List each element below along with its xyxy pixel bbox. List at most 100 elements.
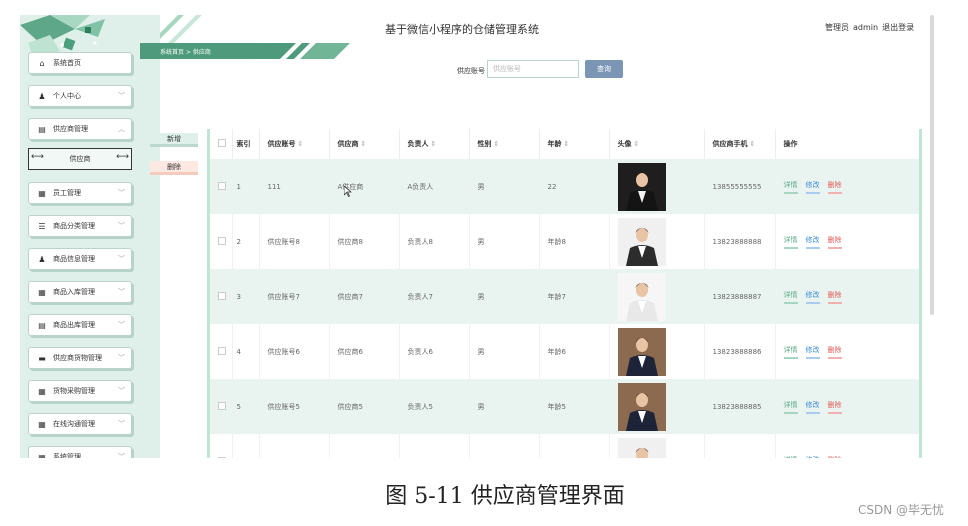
sidebar-item-label: 在线沟通管理 <box>53 420 95 428</box>
cell-phone: 13823888887 <box>704 269 776 324</box>
chevron-down-icon: ﹀ <box>118 189 125 197</box>
select-all-checkbox[interactable] <box>210 129 233 159</box>
row-delete-button[interactable]: 删除 <box>827 180 842 194</box>
row-delete-button[interactable]: 删除 <box>827 345 842 359</box>
username: admin <box>853 23 879 32</box>
table-row[interactable]: 1 111 A供应商 A负责人男 22 13855555555 详情 修改 删除 <box>210 159 919 214</box>
sidebar-item-label: 商品入库管理 <box>53 288 95 296</box>
sidebar-item[interactable]: ▤ 商品出库管理 ﹀ <box>28 314 132 336</box>
sidebar-item[interactable]: ▦ 员工管理 ﹀ <box>28 182 132 204</box>
row-checkbox[interactable] <box>210 434 233 458</box>
column-header-account[interactable]: 供应账号 ⇕ <box>259 129 330 159</box>
sidebar-item-label: 商品出库管理 <box>53 321 95 329</box>
sort-icon: ⇕ <box>493 140 500 148</box>
cell-supplier: 供应商6 <box>329 324 400 379</box>
detail-button[interactable]: 详情 <box>784 455 798 459</box>
cell-account <box>259 434 330 458</box>
chevron-down-icon: ﹀ <box>118 92 125 100</box>
chevron-down-icon: ﹀ <box>118 387 125 395</box>
sidebar-subitem-supplier[interactable]: ⟷ 供应商 ⟷ <box>28 148 132 170</box>
cell-manager: 负责人7 <box>399 269 470 324</box>
row-checkbox[interactable] <box>210 214 233 269</box>
drag-handle-icon: ⟷ <box>116 152 129 162</box>
sidebar-item[interactable]: ♟ 商品信息管理 ﹀ <box>28 248 132 270</box>
sidebar-item[interactable]: ☰ 商品分类管理 ﹀ <box>28 215 132 237</box>
column-header-gender[interactable]: 性别 ⇕ <box>469 129 540 159</box>
sidebar-item[interactable]: ▦ 在线沟通管理 ﹀ <box>28 413 132 435</box>
table-row[interactable]: 6 详情 修改 删除 <box>210 434 919 458</box>
row-delete-button[interactable]: 删除 <box>827 290 842 304</box>
table-row[interactable]: 3 供应账号7 供应商7 负责人7 男年龄7 13823888887 详情 修改 删除 <box>210 269 919 324</box>
cell-avatar <box>609 324 705 379</box>
logout-link[interactable]: 退出登录 <box>882 23 914 32</box>
scrollbar[interactable] <box>930 15 934 315</box>
row-checkbox[interactable] <box>210 269 233 324</box>
sidebar-item[interactable]: ▤ 供应商管理 ︿ <box>28 118 132 140</box>
cell-actions: 详情 修改 删除 <box>775 434 919 458</box>
checkbox-icon <box>218 346 226 355</box>
table-row[interactable]: 2 供应账号8 供应商8 负责人8 男年龄8 13823888888 详情 修改 删除 <box>210 214 919 269</box>
cell-gender: 男 <box>469 379 540 434</box>
sidebar-item[interactable]: ▦ 系统管理 ﹀ <box>28 446 132 458</box>
cell-index: 1 <box>232 159 260 214</box>
sidebar-subitem-label: 供应商 <box>69 155 91 163</box>
grid-icon: ▦ <box>38 419 46 429</box>
edit-button[interactable]: 修改 <box>805 290 820 304</box>
detail-button[interactable]: 详情 <box>783 345 798 359</box>
avatar-image <box>617 437 666 458</box>
watermark: CSDN @毕无忧 <box>858 503 945 517</box>
row-checkbox[interactable] <box>210 324 233 379</box>
column-header-supplier[interactable]: 供应商 ⇕ <box>329 129 400 159</box>
clipboard-icon: ▤ <box>38 320 46 330</box>
column-header-manager[interactable]: 负责人 ⇕ <box>399 129 470 159</box>
avatar-image <box>617 382 666 431</box>
cell-gender: 男 <box>469 214 540 269</box>
row-checkbox[interactable] <box>210 379 233 434</box>
row-delete-button[interactable]: 删除 <box>827 235 842 249</box>
edit-button[interactable]: 修改 <box>806 455 820 459</box>
column-header-age[interactable]: 年龄 ⇕ <box>539 129 610 159</box>
detail-button[interactable]: 详情 <box>783 180 798 194</box>
search-input[interactable] <box>487 60 579 78</box>
table-row[interactable]: 5 供应账号5 供应商5 负责人5 男年龄5 13823888885 详情 修改 删除 <box>210 379 919 434</box>
grid-icon: ▦ <box>38 386 46 396</box>
detail-button[interactable]: 详情 <box>783 400 798 414</box>
cell-age: 年龄5 <box>539 379 610 434</box>
sidebar-item[interactable]: ⌂ 系统首页 <box>28 52 132 74</box>
row-checkbox[interactable] <box>210 159 233 214</box>
delete-button[interactable]: 删除 <box>150 161 198 175</box>
row-delete-button[interactable]: 删除 <box>827 400 842 414</box>
cell-age: 年龄8 <box>539 214 610 269</box>
search-button[interactable]: 查询 <box>585 60 623 78</box>
detail-button[interactable]: 详情 <box>783 235 798 249</box>
edit-button[interactable]: 修改 <box>805 235 820 249</box>
grid-icon: ▦ <box>38 452 46 459</box>
cell-account: 111 <box>259 159 330 214</box>
list-icon: ☰ <box>38 221 46 231</box>
column-header-phone[interactable]: 供应商手机 ⇕ <box>704 129 776 159</box>
add-button[interactable]: 新增 <box>150 133 198 147</box>
sidebar-item[interactable]: ♟ 个人中心 ﹀ <box>28 85 132 107</box>
checkbox-icon <box>218 291 226 300</box>
chevron-down-icon: ﹀ <box>118 420 125 428</box>
cell-phone <box>704 434 776 458</box>
row-delete-button[interactable]: 删除 <box>828 455 842 459</box>
chevron-up-icon: ︿ <box>118 125 125 133</box>
sidebar-item-label: 供应商货物管理 <box>53 354 102 362</box>
cell-supplier: 供应商8 <box>329 214 400 269</box>
avatar-image <box>617 272 666 321</box>
detail-button[interactable]: 详情 <box>783 290 798 304</box>
edit-button[interactable]: 修改 <box>805 345 820 359</box>
sidebar-item[interactable]: ▦ 商品入库管理 ﹀ <box>28 281 132 303</box>
cell-gender: 男 <box>469 324 540 379</box>
sidebar-item[interactable]: ▬ 供应商货物管理 ﹀ <box>28 347 132 369</box>
cell-avatar <box>609 214 705 269</box>
sort-icon: ⇕ <box>430 140 437 148</box>
table-row[interactable]: 4 供应账号6 供应商6 负责人6 男年龄6 13823888886 详情 修改 删除 <box>210 324 919 379</box>
cell-phone: 13855555555 <box>704 159 776 214</box>
sidebar-item[interactable]: ▦ 货物采购管理 ﹀ <box>28 380 132 402</box>
column-header-avatar[interactable]: 头像 ⇕ <box>609 129 705 159</box>
edit-button[interactable]: 修改 <box>805 400 820 414</box>
edit-button[interactable]: 修改 <box>805 180 820 194</box>
cell-index: 6 <box>232 434 260 458</box>
